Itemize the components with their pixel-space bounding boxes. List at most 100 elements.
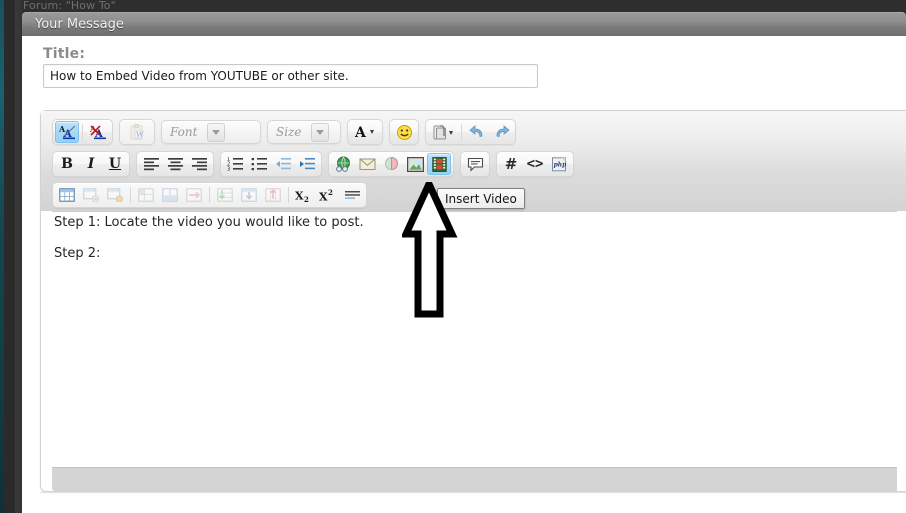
insert-php-icon[interactable]: php bbox=[547, 153, 571, 175]
table-properties-icon[interactable] bbox=[79, 184, 103, 206]
horizontal-rule-icon[interactable] bbox=[340, 184, 364, 206]
toolbar-divider bbox=[288, 187, 289, 203]
merge-cells-icon[interactable] bbox=[158, 184, 182, 206]
superscript-icon[interactable]: X 2 bbox=[316, 184, 340, 206]
align-left-icon[interactable] bbox=[139, 153, 163, 175]
unordered-list-icon[interactable] bbox=[247, 153, 271, 175]
font-color-glyph: A bbox=[354, 125, 374, 140]
indent-icon[interactable] bbox=[295, 153, 319, 175]
message-body-line-2: Step 2: bbox=[54, 246, 101, 261]
size-dropdown-label: Size bbox=[276, 125, 302, 139]
envelope-glyph bbox=[359, 158, 375, 170]
film-glyph bbox=[431, 156, 447, 172]
font-dropdown-label: Font bbox=[170, 125, 198, 139]
speech-bubble-glyph bbox=[467, 157, 483, 172]
svg-text:2: 2 bbox=[328, 188, 333, 197]
ordered-list-glyph: 123 bbox=[227, 157, 243, 171]
cell-properties-glyph bbox=[138, 188, 154, 202]
insert-email-icon[interactable] bbox=[355, 153, 379, 175]
insert-video-icon[interactable] bbox=[427, 153, 451, 175]
italic-icon[interactable]: I bbox=[79, 153, 103, 175]
align-center-icon[interactable] bbox=[163, 153, 187, 175]
toolbar-row-2: B I U 1 2 3 # <> php bbox=[52, 151, 574, 177]
table-glyph bbox=[59, 188, 75, 202]
insert-image-icon[interactable] bbox=[403, 153, 427, 175]
toolbar-group-paste: W bbox=[119, 119, 155, 145]
editor-status-bar bbox=[52, 467, 897, 491]
font-color-icon[interactable]: A bbox=[350, 121, 380, 143]
editor-bottom-divider bbox=[40, 492, 906, 493]
paste-from-word-icon[interactable]: W bbox=[122, 121, 152, 143]
bold-icon[interactable]: B bbox=[55, 153, 79, 175]
ordered-list-icon[interactable]: 123 bbox=[223, 153, 247, 175]
cell-properties-icon[interactable] bbox=[134, 184, 158, 206]
toolbar-group-format-color: A A A A bbox=[52, 119, 113, 145]
chevron-down-icon[interactable] bbox=[311, 122, 330, 142]
toolbar-divider bbox=[130, 187, 131, 203]
page-title: Your Message bbox=[35, 17, 124, 32]
undo-glyph bbox=[468, 125, 482, 138]
chevron-down-icon[interactable] bbox=[207, 122, 226, 142]
insert-column-glyph bbox=[241, 188, 257, 202]
toolbar-group-alignment bbox=[136, 151, 214, 177]
split-cell-icon[interactable] bbox=[182, 184, 206, 206]
insert-table-icon[interactable] bbox=[55, 184, 79, 206]
toolbar-group-smiley bbox=[389, 119, 419, 145]
size-dropdown[interactable]: Size bbox=[267, 120, 341, 144]
svg-text:php: php bbox=[553, 161, 567, 168]
unlink-icon[interactable] bbox=[379, 153, 403, 175]
undo-icon[interactable] bbox=[465, 121, 489, 143]
php-glyph: php bbox=[551, 156, 567, 171]
toolbar-group-code: # <> php bbox=[496, 151, 574, 177]
toolbar-group-bold-italic-underline: B I U bbox=[52, 151, 130, 177]
svg-text:3: 3 bbox=[227, 166, 230, 171]
text-color-glyph: A A bbox=[58, 124, 76, 140]
toolbar-divider bbox=[461, 124, 462, 140]
text-color-icon[interactable]: A A bbox=[55, 121, 79, 143]
title-input[interactable]: How to Embed Video from YOUTUBE or other… bbox=[43, 64, 538, 88]
table-properties-glyph bbox=[83, 188, 99, 202]
insert-code-icon[interactable]: <> bbox=[523, 153, 547, 175]
underline-glyph: U bbox=[108, 156, 122, 172]
paste-word-glyph: W bbox=[130, 124, 144, 140]
indent-glyph bbox=[299, 158, 315, 170]
redo-icon[interactable] bbox=[489, 121, 513, 143]
delete-table-icon[interactable] bbox=[103, 184, 127, 206]
italic-glyph: I bbox=[87, 156, 95, 172]
superscript-glyph: X 2 bbox=[319, 188, 333, 203]
font-dropdown[interactable]: Font bbox=[161, 120, 261, 144]
toolbar-divider bbox=[82, 124, 83, 140]
message-body-line-1: Step 1: Locate the video you would like … bbox=[54, 215, 364, 230]
insert-hash-icon[interactable]: # bbox=[499, 153, 523, 175]
toolbar-group-media bbox=[328, 151, 454, 177]
angle-brackets-glyph: <> bbox=[526, 156, 544, 172]
outdent-icon[interactable] bbox=[271, 153, 295, 175]
insert-link-icon[interactable] bbox=[331, 153, 355, 175]
toolbar-group-font-color: A bbox=[347, 119, 383, 145]
insert-quote-icon[interactable] bbox=[463, 153, 487, 175]
message-body-editor[interactable]: Step 1: Locate the video you would like … bbox=[52, 211, 897, 466]
remove-format-icon[interactable]: A A bbox=[86, 121, 110, 143]
redo-glyph bbox=[496, 125, 510, 138]
picture-glyph bbox=[406, 156, 424, 172]
toolbar-row-1: A A A A W Font Size A bbox=[52, 119, 516, 145]
attachment-icon[interactable] bbox=[428, 121, 458, 143]
delete-column-icon[interactable] bbox=[261, 184, 285, 206]
align-center-glyph bbox=[167, 158, 183, 171]
smiley-icon[interactable] bbox=[392, 121, 416, 143]
title-input-value: How to Embed Video from YOUTUBE or other… bbox=[50, 69, 349, 83]
hash-glyph: # bbox=[504, 155, 518, 173]
underline-icon[interactable]: U bbox=[103, 153, 127, 175]
toolbar-group-attach-history bbox=[425, 119, 516, 145]
svg-text:A: A bbox=[354, 125, 367, 140]
align-right-icon[interactable] bbox=[187, 153, 211, 175]
insert-row-glyph bbox=[217, 188, 233, 202]
insert-column-icon[interactable] bbox=[237, 184, 261, 206]
left-dark-gutter bbox=[4, 0, 15, 513]
horizontal-rule-glyph bbox=[344, 191, 360, 199]
svg-text:2: 2 bbox=[304, 195, 309, 203]
panel-header: Your Message bbox=[22, 12, 906, 36]
attachment-glyph bbox=[433, 124, 453, 139]
insert-row-icon[interactable] bbox=[213, 184, 237, 206]
subscript-icon[interactable]: X 2 bbox=[292, 184, 316, 206]
